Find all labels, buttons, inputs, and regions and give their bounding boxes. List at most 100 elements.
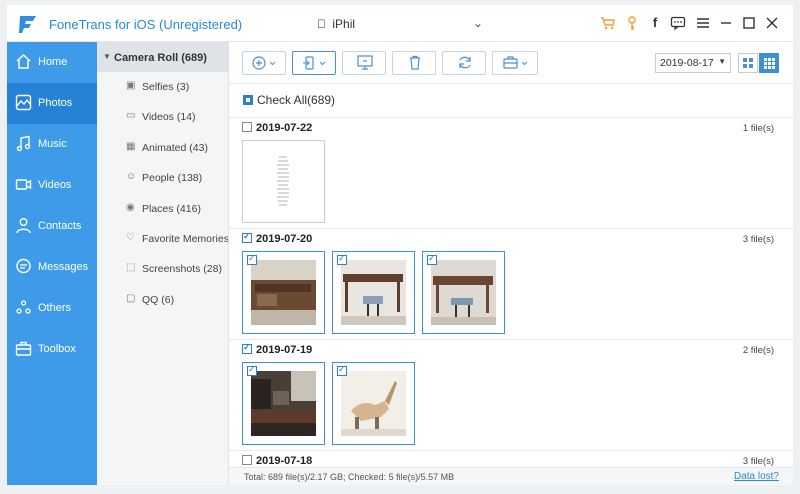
people-icon: ☺ — [126, 171, 137, 182]
album-item-label: Favorite Memories (2 — [142, 233, 229, 245]
group-checkbox[interactable] — [242, 122, 252, 132]
album-item-selfies[interactable]: ▣ Selfies (3) — [97, 72, 228, 102]
grid-view-button[interactable] — [759, 53, 779, 73]
sidebar-item-label: Music — [38, 138, 67, 150]
sync-icon — [459, 56, 471, 69]
date-group-title[interactable]: 2019-07-22 — [242, 122, 312, 134]
toolbox-button[interactable] — [492, 51, 538, 75]
triangle-down-icon: ▼ — [718, 57, 726, 66]
album-item-favorite-memories[interactable]: ♡ Favorite Memories (2 — [97, 224, 229, 254]
date-filter-value: 2019-08-17 — [660, 57, 714, 69]
maximize-icon[interactable] — [741, 15, 757, 31]
photo-checkbox[interactable] — [247, 364, 257, 376]
sidebar-item-others[interactable]: Others — [7, 288, 97, 329]
device-selector[interactable]:  iPhil — [317, 17, 355, 31]
add-button[interactable] — [242, 51, 286, 75]
export-to-device-button[interactable] — [292, 51, 336, 75]
animated-icon: ▦ — [126, 141, 136, 152]
album-item-qq[interactable]: ▢ QQ (6) — [97, 285, 228, 315]
sidebar-item-label: Toolbox — [38, 343, 76, 355]
photo-thumbnail[interactable] — [422, 251, 505, 334]
photo-panel: 2019-08-17 ▼ Check All(689) 2019-07-22 1… — [229, 42, 793, 485]
album-item-label: QQ (6) — [142, 294, 175, 306]
group-file-count: 3 file(s) — [742, 234, 774, 245]
photo-checkbox[interactable] — [337, 253, 347, 265]
photo-checkbox[interactable] — [337, 364, 347, 376]
album-item-label: Videos (14) — [142, 111, 196, 123]
photo-thumbnail[interactable] — [332, 362, 415, 445]
photo-thumbnail[interactable] — [242, 362, 325, 445]
chat-icon[interactable] — [670, 15, 686, 31]
photo-image — [251, 371, 316, 436]
photo-checkbox[interactable] — [247, 253, 257, 265]
cart-icon[interactable] — [600, 15, 616, 31]
screenshot-icon: ⬚ — [126, 262, 136, 273]
selfie-icon: ▣ — [126, 80, 136, 91]
photo-image — [341, 260, 406, 325]
album-header-label: Camera Roll (689) — [114, 52, 207, 64]
check-all-label: Check All(689) — [257, 93, 336, 107]
group-file-count: 3 file(s) — [742, 456, 774, 467]
sidebar-item-music[interactable]: Music — [7, 124, 97, 165]
group-checkbox[interactable] — [242, 455, 252, 465]
sidebar-item-toolbox[interactable]: Toolbox — [7, 329, 97, 370]
group-checkbox[interactable] — [242, 231, 252, 243]
photo-image — [251, 149, 316, 214]
album-camera-roll[interactable]: ▼ Camera Roll (689) — [97, 42, 228, 72]
album-item-videos[interactable]: ▭ Videos (14) — [97, 102, 228, 132]
album-list: ▼ Camera Roll (689) ▣ Selfies (3) ▭ Vide… — [97, 42, 229, 485]
sidebar-item-label: Home — [38, 56, 68, 68]
place-icon: ◉ — [126, 202, 135, 213]
sync-button[interactable] — [442, 51, 486, 75]
grid-view-icon — [764, 58, 775, 69]
group-file-count: 2 file(s) — [742, 345, 774, 356]
minimize-icon[interactable] — [718, 15, 734, 31]
delete-button[interactable] — [392, 51, 436, 75]
key-icon[interactable] — [624, 15, 640, 31]
group-date: 2019-07-22 — [256, 122, 313, 134]
album-item-label: Screenshots (28) — [142, 263, 222, 275]
check-all[interactable]: Check All(689) — [243, 93, 335, 107]
album-item-people[interactable]: ☺ People (138) — [97, 163, 228, 193]
photo-thumbnail[interactable] — [242, 251, 325, 334]
list-view-button[interactable] — [738, 53, 758, 73]
group-file-count: 1 file(s) — [742, 123, 774, 134]
photo-thumbnail[interactable] — [242, 140, 325, 223]
album-icon: ▢ — [126, 293, 136, 304]
facebook-icon[interactable]: f — [647, 15, 663, 31]
album-item-label: People (138) — [142, 172, 203, 184]
data-lost-link[interactable]: Data lost? — [734, 471, 779, 482]
album-item-places[interactable]: ◉ Places (416) — [97, 194, 228, 224]
device-name: iPhil — [332, 17, 356, 31]
date-group-title[interactable]: 2019-07-19 — [242, 342, 312, 356]
close-icon[interactable] — [764, 15, 780, 31]
export-to-pc-button[interactable] — [342, 51, 386, 75]
export-to-pc-icon — [357, 55, 373, 70]
group-checkbox[interactable] — [242, 342, 252, 354]
photo-thumbnail[interactable] — [332, 251, 415, 334]
menu-icon[interactable] — [695, 15, 711, 31]
date-group-title[interactable]: 2019-07-18 — [242, 455, 312, 467]
date-group-header: 2019-07-22 1 file(s) — [229, 117, 793, 139]
heart-icon: ♡ — [126, 232, 135, 243]
chevron-down-icon[interactable]: ⌄ — [473, 16, 483, 30]
sidebar-item-contacts[interactable]: Contacts — [7, 206, 97, 247]
delete-icon — [410, 55, 420, 70]
video-icon: ▭ — [126, 110, 136, 121]
date-group-title[interactable]: 2019-07-20 — [242, 231, 312, 245]
sidebar-item-photos[interactable]: Photos — [7, 83, 97, 124]
sidebar-item-label: Photos — [38, 97, 73, 109]
sidebar: Home Photos Music Videos Contacts Messag… — [7, 42, 97, 485]
photo-checkbox[interactable] — [427, 253, 437, 265]
album-item-animated[interactable]: ▦ Animated (43) — [97, 133, 228, 163]
date-filter-select[interactable]: 2019-08-17 ▼ — [655, 53, 731, 73]
check-all-checkbox[interactable] — [243, 95, 253, 105]
videos-icon — [15, 179, 32, 190]
title-bar: FoneTrans for iOS (Unregistered)  iPhil… — [7, 5, 793, 42]
add-icon — [252, 56, 276, 70]
sidebar-item-messages[interactable]: Messages — [7, 247, 97, 288]
album-item-screenshots[interactable]: ⬚ Screenshots (28) — [97, 254, 228, 284]
album-item-label: Selfies (3) — [142, 81, 190, 93]
sidebar-item-home[interactable]: Home — [7, 42, 97, 83]
sidebar-item-videos[interactable]: Videos — [7, 165, 97, 206]
